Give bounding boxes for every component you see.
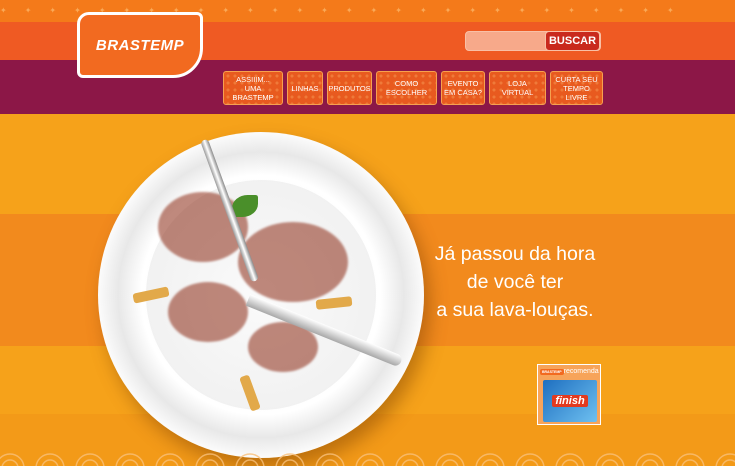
nav-label: EM CASA? xyxy=(444,88,482,97)
nav-item-curta-seu-tempo[interactable]: CURTA SEU TEMPO LIVRE xyxy=(550,71,603,105)
logo-text: BRASTEMP xyxy=(95,36,185,54)
nav-label: EVENTO xyxy=(447,79,479,88)
finish-promo-banner[interactable]: BRASTEMP recomenda finish xyxy=(537,364,601,425)
nav-label: LINHAS xyxy=(291,83,319,93)
search-button[interactable]: BUSCAR xyxy=(545,31,600,51)
finish-product-image: finish xyxy=(543,380,597,422)
nav-item-produtos[interactable]: PRODUTOS xyxy=(327,71,372,105)
nav-label: PRODUTOS xyxy=(328,83,371,93)
nav-item-como-escolher[interactable]: COMO ESCOLHER xyxy=(376,71,437,105)
nav-label: LOJA VIRTUAL xyxy=(501,79,534,97)
search-box: BUSCAR xyxy=(465,31,601,51)
promo-logo: BRASTEMP xyxy=(540,368,564,375)
nav-label: TEMPO LIVRE xyxy=(563,83,590,102)
nav-item-linhas[interactable]: LINHAS xyxy=(287,71,323,105)
nav-label: UMA BRASTEMP xyxy=(232,83,274,102)
sauce-stain xyxy=(238,222,348,302)
nav-label: ASSIIIM... xyxy=(236,74,270,84)
sauce-stain xyxy=(168,282,248,342)
tagline-line: de você ter xyxy=(466,271,564,293)
nav-label: CURTA SEU xyxy=(555,74,598,84)
nav-label: COMO ESCOLHER xyxy=(385,79,428,97)
brastemp-logo[interactable]: BRASTEMP xyxy=(77,12,203,78)
nav-item-assiiim[interactable]: ASSIIIM... UMA BRASTEMP xyxy=(223,71,283,105)
circle-pattern xyxy=(0,453,735,466)
hero-tagline: Já passou da hora de você ter a sua lava… xyxy=(420,240,610,324)
tagline-line: a sua lava-louças. xyxy=(436,299,594,321)
main-nav: ASSIIIM... UMA BRASTEMP LINHAS PRODUTOS C… xyxy=(0,71,735,105)
nav-item-loja-virtual[interactable]: LOJA VIRTUAL xyxy=(489,71,546,105)
promo-label: recomenda xyxy=(563,368,599,375)
promo-header: BRASTEMP recomenda xyxy=(540,367,599,376)
finish-product-text: finish xyxy=(552,395,588,407)
search-input[interactable] xyxy=(470,34,544,50)
tagline-line: Já passou da hora xyxy=(434,243,596,265)
nav-item-evento[interactable]: EVENTO EM CASA? xyxy=(441,71,485,105)
